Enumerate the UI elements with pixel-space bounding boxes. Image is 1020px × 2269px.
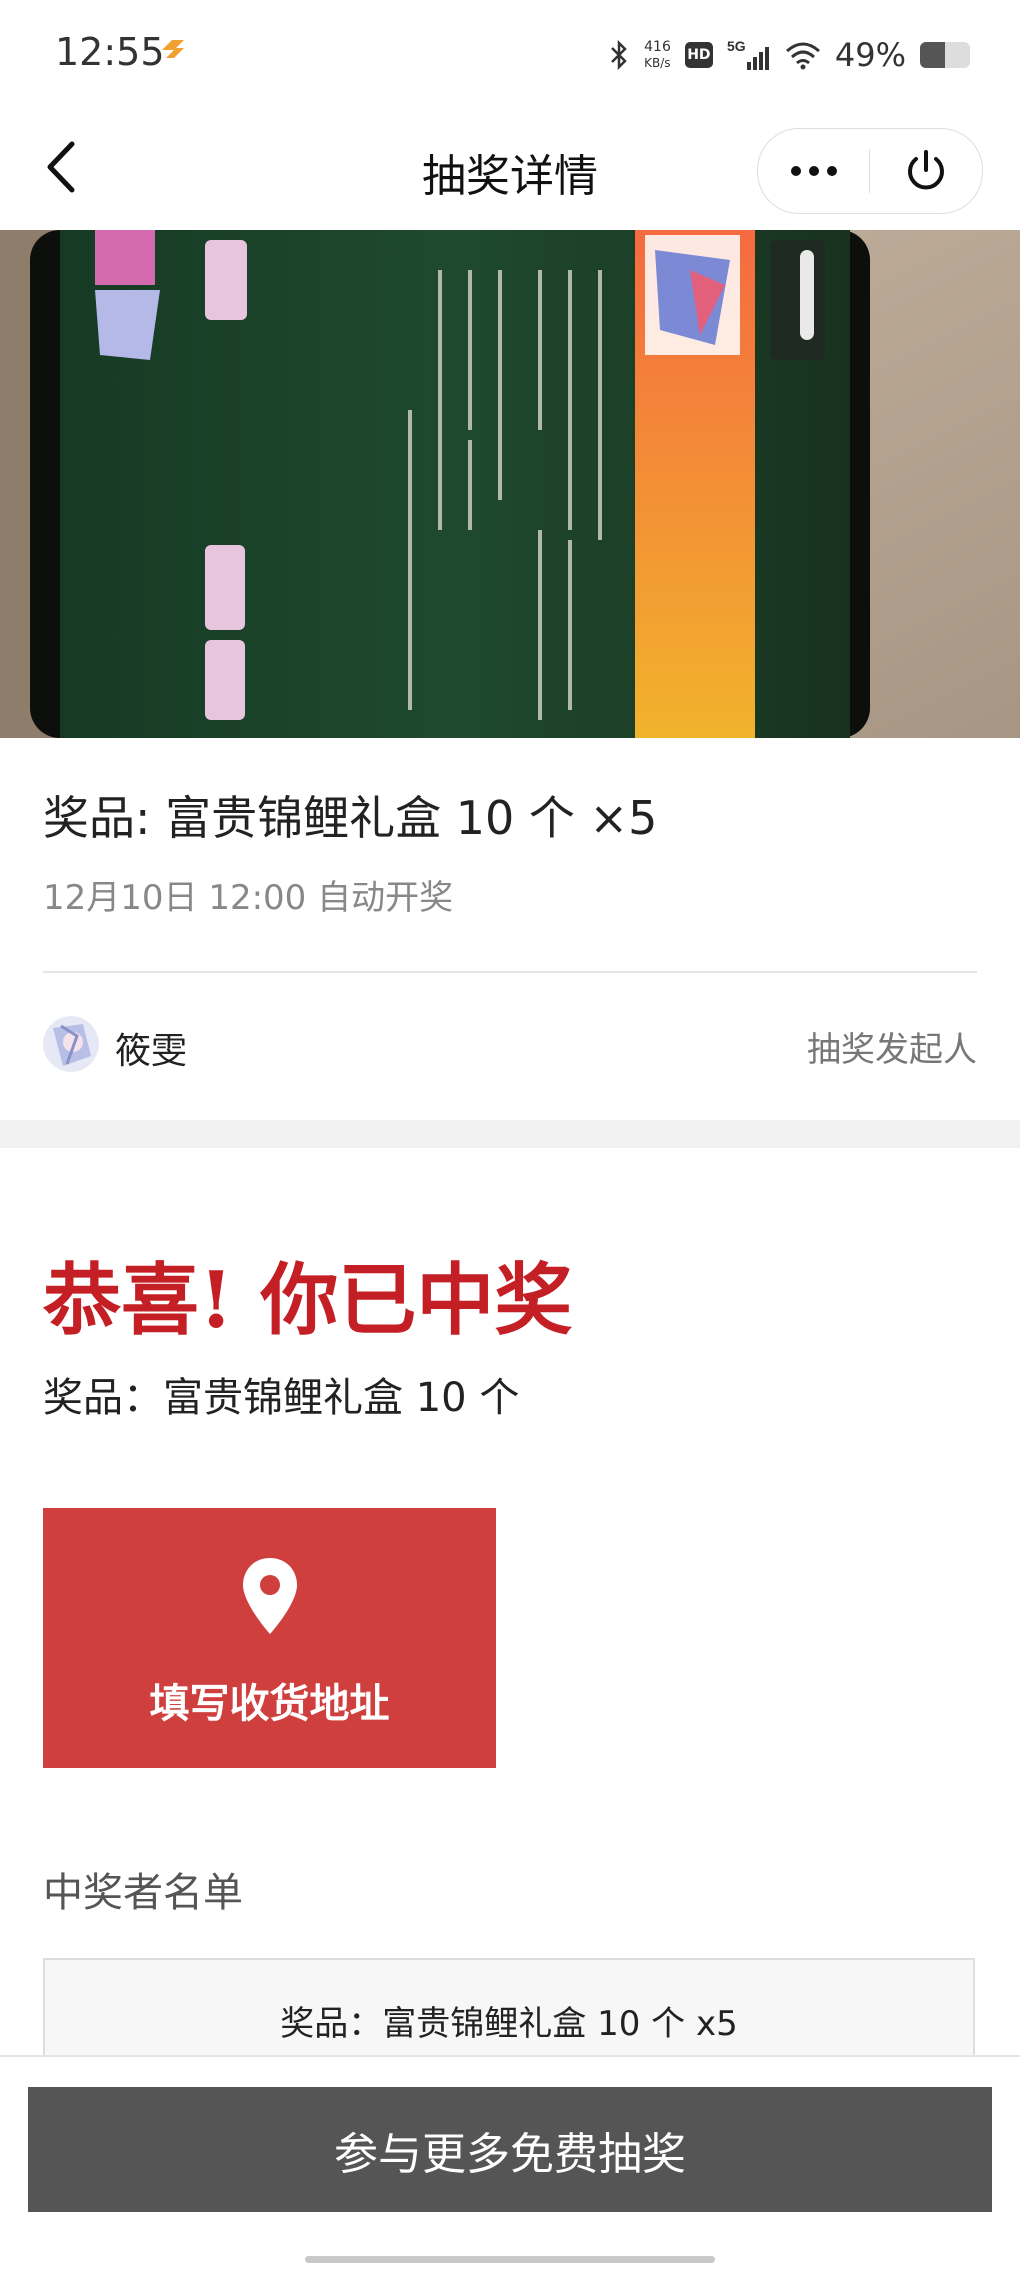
- section-gap: [0, 1120, 1020, 1148]
- home-indicator[interactable]: [305, 2256, 715, 2263]
- sponsor-avatar[interactable]: [43, 1016, 99, 1072]
- power-icon[interactable]: [871, 129, 981, 213]
- nav-bar: 抽奖详情: [0, 110, 1020, 231]
- wifi-icon: [785, 42, 820, 70]
- network-speed: 416 KB/s: [644, 39, 671, 71]
- draw-time: 12月10日 12:00 自动开奖: [43, 878, 454, 918]
- signal-5g-icon: 5G: [727, 38, 769, 70]
- win-headline: 恭喜! 你已中奖: [43, 1255, 573, 1346]
- capsule-divider: [869, 149, 870, 193]
- win-prize: 奖品：富贵锦鲤礼盒 10 个: [43, 1375, 520, 1421]
- winners-box-title: 奖品：富贵锦鲤礼盒 10 个 x5: [280, 2004, 738, 2044]
- status-bar: 12:55 416 KB/s HD 5G 49%: [0, 0, 1020, 110]
- location-pin-icon: [243, 1558, 297, 1634]
- network-speed-value: 416: [644, 39, 671, 55]
- signal-label: 5G: [727, 38, 746, 54]
- fill-address-button[interactable]: 填写收货地址: [43, 1508, 496, 1768]
- status-icons: 416 KB/s HD 5G 49%: [608, 30, 970, 80]
- more-lotteries-button[interactable]: 参与更多免费抽奖: [28, 2087, 992, 2212]
- prize-image: [0, 230, 1020, 738]
- winners-heading: 中奖者名单: [43, 1870, 243, 1916]
- battery-icon: [920, 42, 970, 68]
- mini-program-capsule: [757, 128, 983, 214]
- battery-percent: 49%: [834, 36, 906, 74]
- bluetooth-icon: [611, 40, 627, 70]
- hd-icon: HD: [684, 42, 713, 68]
- network-speed-unit: KB/s: [644, 56, 671, 70]
- fill-address-label: 填写收货地址: [149, 1681, 390, 1727]
- sponsor-name[interactable]: 筱雯: [115, 1022, 187, 1074]
- status-time: 12:55: [55, 30, 165, 74]
- app-brand-icon: [162, 40, 184, 58]
- prize-title: 奖品: 富贵锦鲤礼盒 10 个 ×5: [43, 791, 658, 845]
- divider: [43, 971, 977, 973]
- more-dots-icon[interactable]: [758, 129, 870, 213]
- bottom-bar: 参与更多免费抽奖: [0, 2055, 1020, 2269]
- sponsor-role: 抽奖发起人: [807, 1030, 977, 1070]
